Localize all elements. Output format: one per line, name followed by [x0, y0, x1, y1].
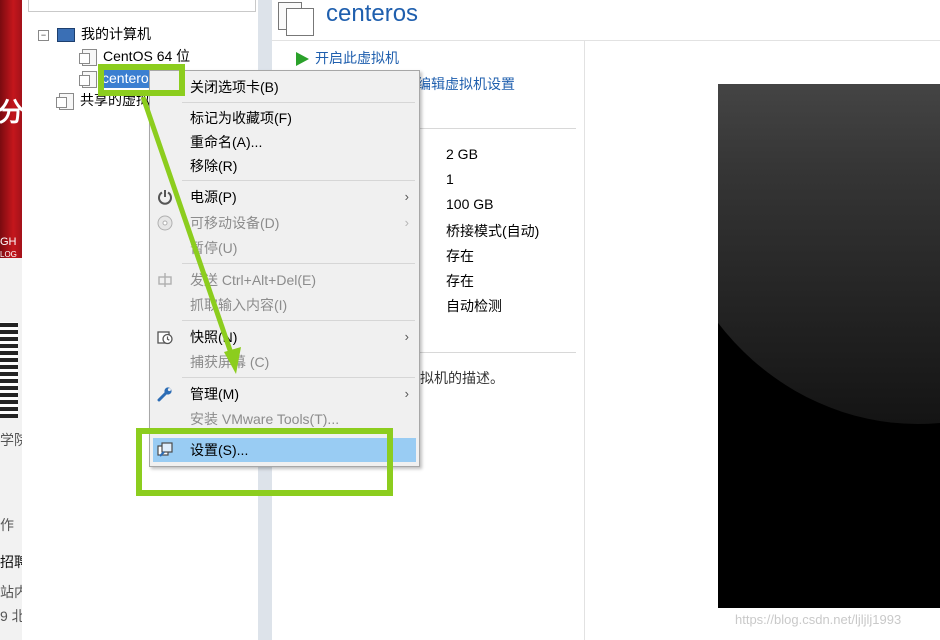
menu-item-rename[interactable]: 重命名(A)...	[150, 130, 419, 154]
vm-icon	[79, 70, 97, 88]
settings-icon	[157, 442, 173, 457]
power-on-vm-link[interactable]: 开启此虚拟机	[296, 48, 399, 68]
device-network-value: 桥接模式(自动)	[446, 223, 540, 239]
menu-separator	[182, 102, 415, 103]
side-text: 招聘	[0, 554, 22, 570]
tree-item-my-computer[interactable]: − 我的计算机	[38, 24, 151, 44]
collapse-icon[interactable]: −	[38, 29, 49, 41]
device-sound-value: 存在	[446, 273, 474, 289]
menu-item-install-vmware-tools: 安装 VMware Tools(T)...	[190, 411, 340, 427]
play-icon	[296, 52, 309, 67]
menu-item-pause: 暂停(U)	[190, 240, 238, 256]
device-processor-value: 1	[446, 171, 454, 187]
background-page-strip: 分 GH LOG 学院 作 招聘 站内 9 北	[0, 0, 22, 640]
menu-separator	[182, 180, 415, 181]
vm-icon	[79, 48, 97, 66]
snapshot-icon	[157, 331, 173, 345]
vm-screen-preview[interactable]	[718, 84, 940, 608]
side-text: 9 北	[0, 608, 22, 624]
tree-item-vm[interactable]: CentOS 64 位	[79, 46, 191, 66]
menu-item-settings[interactable]: 设置(S)...	[153, 438, 416, 462]
side-text: 学院	[0, 432, 22, 448]
computer-icon	[57, 28, 75, 43]
menu-item-grab-input: 抓取输入内容(I)	[190, 297, 288, 313]
power-on-label: 开启此虚拟机	[315, 50, 399, 66]
menu-item-power[interactable]: 电源(P) ›	[150, 185, 419, 209]
submenu-arrow-icon: ›	[404, 189, 409, 204]
menu-item-favorite[interactable]: 标记为收藏项(F)	[150, 106, 419, 130]
qr-code-image	[0, 322, 18, 418]
watermark-text: https://blog.csdn.net/ljljlj1993	[735, 612, 902, 627]
menu-separator	[182, 320, 415, 321]
menu-item-remove[interactable]: 移除(R)	[150, 154, 419, 178]
vm-title: centeros	[326, 0, 419, 27]
background-banner	[0, 0, 22, 258]
tree-item-label: CentOS 64 位	[103, 48, 191, 64]
library-search-input[interactable]	[28, 0, 256, 12]
removable-device-icon	[157, 215, 173, 231]
edit-vm-settings-link[interactable]: 编辑虚拟机设置	[417, 74, 515, 94]
device-memory-value: 2 GB	[446, 146, 478, 162]
side-text: 作	[0, 517, 14, 533]
vm-title-icon-front	[286, 8, 314, 36]
divider	[584, 40, 585, 640]
submenu-arrow-icon: ›	[404, 386, 409, 401]
device-display-value: 自动检测	[446, 298, 502, 314]
tree-item-label: 我的计算机	[81, 26, 151, 42]
banner-text: 分	[0, 97, 22, 127]
banner-text-small: GH LOG	[0, 236, 17, 259]
vm-description[interactable]: 拟机的描述。	[420, 368, 504, 388]
menu-item-manage[interactable]: 管理(M) ›	[150, 382, 419, 406]
power-icon	[158, 190, 172, 205]
shared-vm-icon	[56, 92, 74, 110]
menu-separator	[182, 377, 415, 378]
divider	[420, 128, 576, 129]
screen-gloss	[718, 84, 940, 424]
submenu-arrow-icon: ›	[404, 215, 409, 230]
divider	[420, 352, 576, 353]
context-menu: 关闭选项卡(B) 标记为收藏项(F) 重命名(A)... 移除(R) 电源(P)…	[149, 70, 420, 467]
divider	[272, 40, 940, 41]
menu-item-capture-screen: 捕获屏幕 (C)	[190, 354, 270, 370]
menu-item-snapshot[interactable]: 快照(N) ›	[150, 325, 419, 349]
menu-item-send-ctrl-alt-del: 发送 Ctrl+Alt+Del(E)	[150, 268, 419, 292]
side-text: 站内	[0, 584, 22, 600]
menu-item-removable-devices: 可移动设备(D) ›	[150, 211, 419, 235]
submenu-arrow-icon: ›	[404, 329, 409, 344]
device-usb-value: 存在	[446, 248, 474, 264]
wrench-icon	[157, 387, 172, 402]
menu-item-close-tab[interactable]: 关闭选项卡(B)	[150, 75, 419, 99]
device-disk-value: 100 GB	[446, 196, 494, 212]
send-keys-icon	[158, 273, 172, 287]
menu-separator	[182, 263, 415, 264]
